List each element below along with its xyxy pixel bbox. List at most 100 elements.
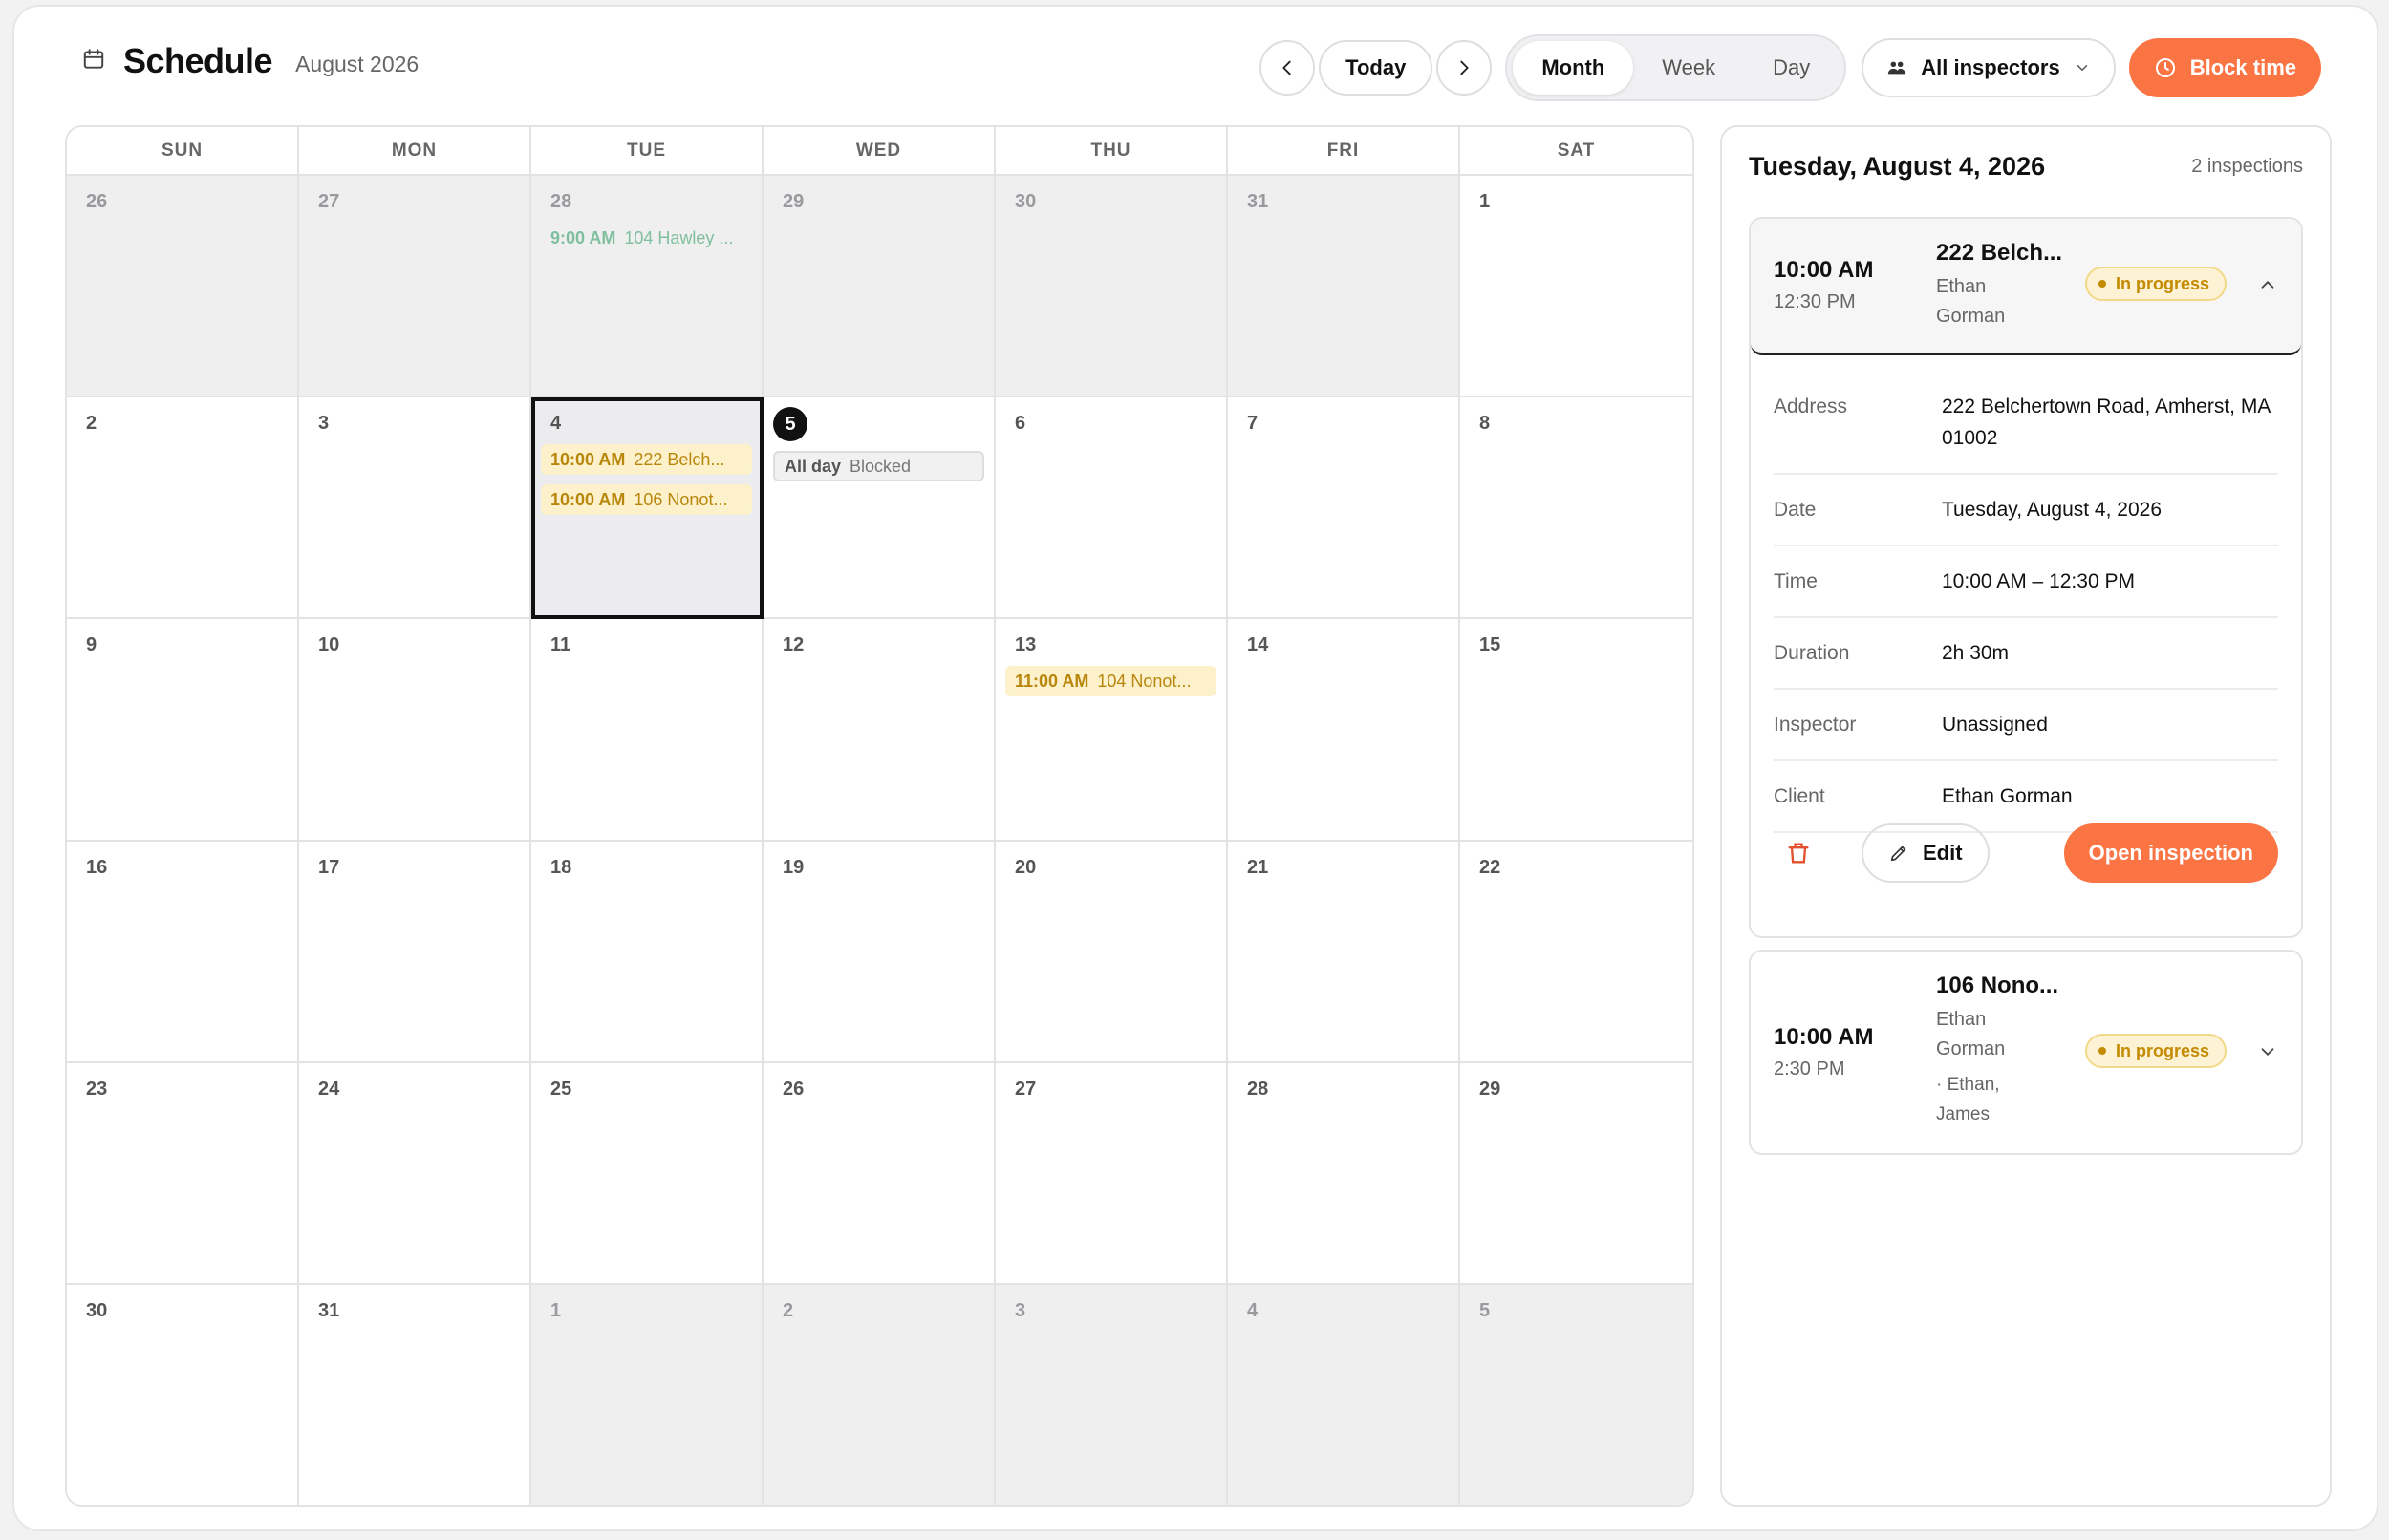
- calendar-day-cell[interactable]: 24: [299, 1062, 531, 1285]
- detail-row: Time 10:00 AM – 12:30 PM: [1774, 546, 2278, 618]
- date-number: 14: [1247, 634, 1269, 656]
- day-detail-panel: Tuesday, August 4, 2026 2 inspections 10…: [1720, 125, 2332, 1507]
- calendar-day-cell[interactable]: 10: [299, 619, 531, 842]
- calendar-day-cell[interactable]: 5 All day Blocked: [764, 397, 996, 620]
- calendar-day-cell[interactable]: 25: [531, 1062, 764, 1285]
- calendar-day-cell[interactable]: 2: [764, 1284, 996, 1505]
- calendar-day-cell[interactable]: 16: [67, 841, 299, 1063]
- calendar-day-cell[interactable]: 6: [996, 397, 1228, 620]
- calendar-day-cell[interactable]: 3: [299, 397, 531, 620]
- date-number: 18: [550, 856, 572, 878]
- calendar-day-cell[interactable]: 29: [1460, 1063, 1692, 1285]
- date-number: 28: [1247, 1078, 1269, 1100]
- calendar-day-cell[interactable]: 20: [996, 841, 1228, 1063]
- date-number: 27: [1015, 1078, 1037, 1100]
- block-time-button[interactable]: Block time: [2128, 38, 2321, 97]
- next-month-button[interactable]: [1436, 40, 1493, 96]
- calendar-day-cell[interactable]: 18: [531, 841, 764, 1063]
- inspector-filter-label: All inspectors: [1921, 55, 2060, 79]
- calendar-day-cell[interactable]: 27: [299, 176, 531, 398]
- panel-header: Tuesday, August 4, 2026 2 inspections: [1749, 152, 2303, 182]
- calendar-day-cell[interactable]: 12: [764, 619, 996, 842]
- edit-button[interactable]: Edit: [1862, 823, 1990, 883]
- detail-label: Duration: [1774, 642, 1850, 664]
- date-number: 26: [783, 1078, 805, 1100]
- calendar-day-cell[interactable]: 3: [996, 1284, 1228, 1505]
- date-number: 6: [1015, 413, 1026, 435]
- calendar-day-cell[interactable]: 13 11:00 AM 104 Nonot...: [996, 619, 1228, 842]
- client-name-line: Ethan: [1936, 1009, 1987, 1030]
- calendar-day-cell[interactable]: 26: [764, 1062, 996, 1285]
- detail-label: Address: [1774, 396, 1848, 417]
- start-time: 10:00 AM: [1774, 257, 1874, 283]
- calendar-day-cell[interactable]: 9: [67, 619, 299, 842]
- previous-month-button[interactable]: [1259, 40, 1316, 96]
- calendar-day-cell[interactable]: 15: [1460, 619, 1692, 842]
- calendar-day-cell[interactable]: 22: [1460, 842, 1692, 1063]
- status-badge: In progress: [2085, 267, 2228, 301]
- calendar-day-cell[interactable]: 1: [531, 1284, 764, 1505]
- chevron-up-icon[interactable]: [2257, 274, 2278, 295]
- date-number: 27: [318, 191, 340, 212]
- calendar-event[interactable]: 9:00 AM 104 Hawley ...: [541, 223, 752, 253]
- detail-label: Date: [1774, 499, 1817, 521]
- view-day-tab[interactable]: Day: [1744, 41, 1839, 95]
- calendar-day-cell[interactable]: 31: [1228, 176, 1460, 398]
- calendar-day-cell[interactable]: 31: [299, 1284, 531, 1505]
- inspection-card-expanded: 10:00 AM 12:30 PM 222 Belch... Ethan Gor…: [1749, 217, 2303, 938]
- calendar-day-cell[interactable]: 4 10:00 AM 222 Belch... 10:00 AM 106 Nonot..…: [531, 397, 764, 620]
- header-title-group: Schedule August 2026: [81, 41, 419, 81]
- chevron-down-icon[interactable]: [2257, 1041, 2278, 1062]
- date-number: 17: [318, 856, 340, 878]
- date-number: 3: [318, 413, 330, 435]
- today-button[interactable]: Today: [1319, 40, 1433, 96]
- inspection-card-header[interactable]: 10:00 AM 2:30 PM 106 Nono... Ethan Gorma…: [1751, 952, 2301, 1153]
- calendar-day-cell[interactable]: 2: [67, 397, 299, 620]
- calendar-day-cell[interactable]: 14: [1228, 619, 1460, 842]
- calendar-day-cell[interactable]: 28: [1228, 1062, 1460, 1285]
- calendar-event[interactable]: 10:00 AM 222 Belch...: [541, 444, 752, 476]
- date-number: 2: [86, 413, 97, 435]
- calendar-day-cell[interactable]: 30: [996, 176, 1228, 398]
- calendar-day-cell[interactable]: 23: [67, 1062, 299, 1285]
- month-calendar: SUN MON TUE WED THU FRI SAT 26 27 28 9:00 AM 104 H…: [65, 125, 1694, 1507]
- calendar-day-cell[interactable]: 19: [764, 841, 996, 1063]
- calendar-day-cell[interactable]: 26: [67, 176, 299, 398]
- calendar-event[interactable]: 11:00 AM 104 Nonot...: [1005, 666, 1216, 697]
- event-location: 104 Nonot...: [1097, 671, 1192, 691]
- calendar-day-cell[interactable]: 11: [531, 619, 764, 842]
- calendar-event[interactable]: 10:00 AM 106 Nonot...: [541, 484, 752, 516]
- start-time: 10:00 AM: [1774, 1024, 1874, 1050]
- date-number: 31: [318, 1299, 340, 1321]
- calendar-day-cell[interactable]: 4: [1228, 1284, 1460, 1505]
- calendar-event[interactable]: All day Blocked: [773, 451, 984, 482]
- event-location: Blocked: [850, 456, 912, 476]
- date-number: 1: [550, 1299, 562, 1321]
- inspection-card-header[interactable]: 10:00 AM 12:30 PM 222 Belch... Ethan Gor…: [1751, 219, 2301, 355]
- client-name-line: Gorman: [1936, 1038, 2006, 1059]
- calendar-day-cell[interactable]: 28 9:00 AM 104 Hawley ...: [531, 176, 764, 398]
- date-number: 1: [1479, 191, 1491, 212]
- date-number: 16: [86, 856, 108, 878]
- calendar-day-cell[interactable]: 27: [996, 1062, 1228, 1285]
- calendar-day-cell[interactable]: 30: [67, 1284, 299, 1505]
- inspection-time: 10:00 AM 2:30 PM: [1774, 1024, 1873, 1080]
- open-inspection-button[interactable]: Open inspection: [2063, 823, 2278, 883]
- inspection-actions: Edit Open inspection: [1774, 823, 2278, 883]
- inspection-card-collapsed[interactable]: 10:00 AM 2:30 PM 106 Nono... Ethan Gorma…: [1749, 950, 2303, 1155]
- date-number: 31: [1247, 191, 1269, 212]
- status-dot-icon: [2098, 280, 2106, 288]
- calendar-day-cell[interactable]: 1: [1460, 176, 1692, 398]
- calendar-day-cell[interactable]: 29: [764, 176, 996, 398]
- inspector-filter-dropdown[interactable]: All inspectors: [1862, 38, 2116, 97]
- calendar-day-cell[interactable]: 5: [1460, 1284, 1692, 1505]
- calendar-day-cell[interactable]: 8: [1460, 397, 1692, 620]
- calendar-day-cell[interactable]: 7: [1228, 397, 1460, 620]
- calendar-day-cell[interactable]: 17: [299, 841, 531, 1063]
- event-time: 11:00 AM: [1015, 671, 1089, 691]
- calendar-day-cell[interactable]: 21: [1228, 841, 1460, 1063]
- view-week-tab[interactable]: Week: [1633, 41, 1744, 95]
- trash-icon[interactable]: [1785, 840, 1812, 866]
- view-month-tab[interactable]: Month: [1513, 41, 1634, 95]
- weekday-label: THU: [996, 127, 1228, 174]
